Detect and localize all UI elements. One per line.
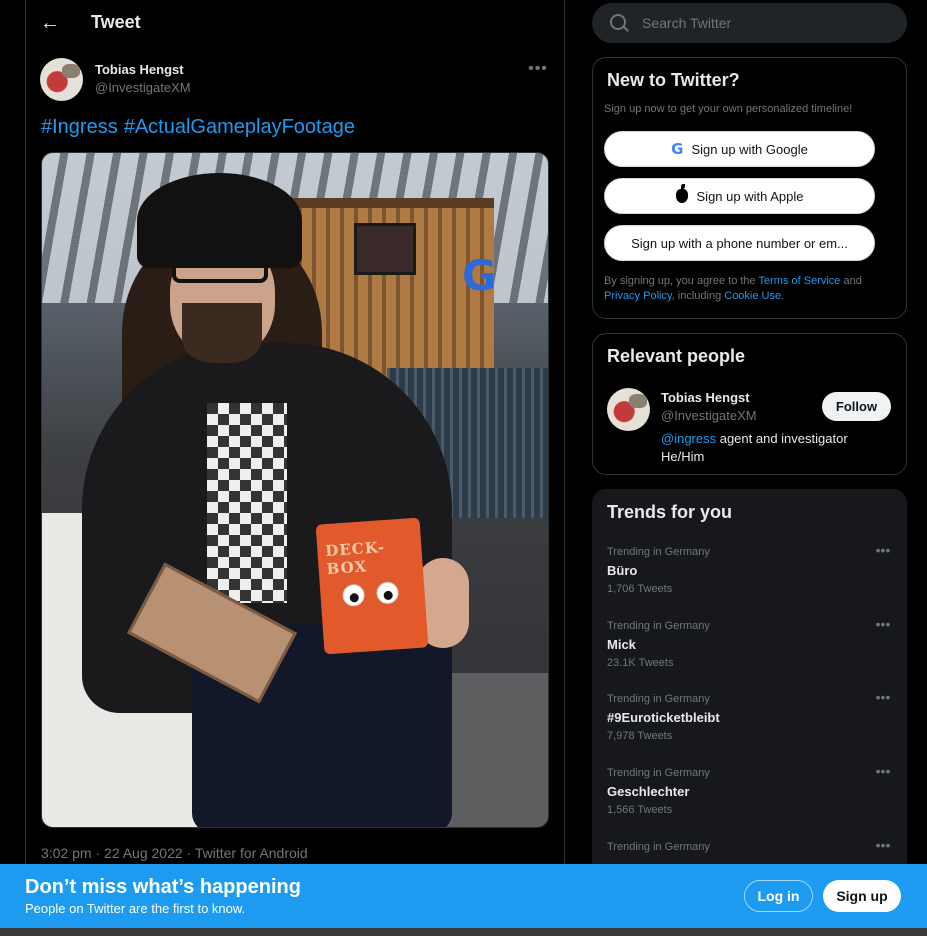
trend-count: 1,706 Tweets xyxy=(607,583,673,595)
search-box[interactable] xyxy=(592,3,907,43)
deckbox-label: DECK-BOX xyxy=(324,538,386,579)
signup-apple-label: Sign up with Apple xyxy=(696,188,804,204)
trend-name: Mick xyxy=(607,637,636,652)
photo-person-shirt xyxy=(207,403,287,603)
banner-subtitle: People on Twitter are the first to know. xyxy=(25,901,246,916)
main-column: ← Tweet Tobias Hengst @InvestigateXM •••… xyxy=(25,0,565,936)
more-icon[interactable]: ••• xyxy=(526,60,550,80)
tweet-text: #Ingress #ActualGameplayFootage xyxy=(41,116,361,139)
search-icon xyxy=(610,14,626,30)
trend-more-icon[interactable]: ••• xyxy=(873,763,893,779)
trend-item[interactable]: Trending in Germany Büro 1,706 Tweets ••… xyxy=(593,542,906,620)
trend-name: #9Euroticketbleibt xyxy=(607,710,720,725)
legal-end: . xyxy=(781,290,785,302)
photo-booth-screen xyxy=(354,223,416,275)
cookie-link[interactable]: Cookie Use xyxy=(724,290,781,302)
tweet-photo[interactable]: G DECK-BOX xyxy=(41,152,549,828)
trends-card: Trends for you Trending in Germany Büro … xyxy=(592,489,907,879)
hashtag-actualgameplayfootage[interactable]: #ActualGameplayFootage xyxy=(124,116,355,138)
trend-more-icon[interactable]: ••• xyxy=(873,542,893,558)
relevant-bio: @ingress agent and investigator He/Him xyxy=(661,430,881,466)
new-to-twitter-title: New to Twitter? xyxy=(607,70,740,90)
banner-title: Don’t miss what’s happening xyxy=(25,876,301,898)
tweet-author: Tobias Hengst @InvestigateXM ••• xyxy=(40,58,550,102)
legal-including: , including xyxy=(671,290,725,302)
legal-prefix: By signing up, you agree to the xyxy=(604,275,759,287)
trend-name: Büro xyxy=(607,563,638,578)
new-to-twitter-subtitle: Sign up now to get your own personalized… xyxy=(604,103,853,115)
search-input[interactable] xyxy=(642,3,892,43)
googly-eye-right xyxy=(375,581,400,605)
bottom-strip xyxy=(0,928,927,936)
author-name[interactable]: Tobias Hengst xyxy=(95,62,184,77)
trend-count: 7,978 Tweets xyxy=(607,730,673,742)
terms-link[interactable]: Terms of Service xyxy=(759,275,841,287)
googly-eye-left xyxy=(341,583,366,608)
photo-beard xyxy=(182,303,262,363)
trend-meta: Trending in Germany xyxy=(607,841,710,853)
trend-more-icon[interactable]: ••• xyxy=(873,689,893,705)
signup-button[interactable]: Sign up xyxy=(823,880,901,912)
author-handle[interactable]: @InvestigateXM xyxy=(95,80,191,95)
trend-meta: Trending in Germany xyxy=(607,693,710,705)
relevant-name[interactable]: Tobias Hengst xyxy=(661,390,750,405)
new-to-twitter-card: New to Twitter? Sign up now to get your … xyxy=(592,57,907,319)
signup-google-label: Sign up with Google xyxy=(691,141,808,157)
signup-phone-button[interactable]: Sign up with a phone number or em... xyxy=(604,225,875,261)
photo-deckbox: DECK-BOX xyxy=(315,517,429,655)
bio-mention-link[interactable]: @ingress xyxy=(661,431,716,446)
relevant-people-title: Relevant people xyxy=(607,346,746,366)
photo-g-sign: G xyxy=(462,251,497,300)
trend-item[interactable]: Trending in Germany Geschlechter 1,566 T… xyxy=(593,763,906,841)
signup-banner: Don’t miss what’s happening People on Tw… xyxy=(0,864,927,928)
google-icon: G xyxy=(671,140,684,158)
privacy-link[interactable]: Privacy Policy xyxy=(604,290,672,302)
tweet-header: ← Tweet xyxy=(26,0,565,46)
trend-meta: Trending in Germany xyxy=(607,767,710,779)
login-button[interactable]: Log in xyxy=(744,880,813,912)
follow-button[interactable]: Follow xyxy=(822,392,891,421)
trend-more-icon[interactable]: ••• xyxy=(873,616,893,632)
signup-google-button[interactable]: G Sign up with Google xyxy=(604,131,875,167)
trend-name: Geschlechter xyxy=(607,784,690,799)
relevant-handle[interactable]: @InvestigateXM xyxy=(661,408,757,423)
trend-item[interactable]: Trending in Germany #9Euroticketbleibt 7… xyxy=(593,689,906,767)
trend-count: 1,566 Tweets xyxy=(607,804,673,816)
trends-title: Trends for you xyxy=(607,502,733,522)
relevant-people-card: Relevant people Tobias Hengst @Investiga… xyxy=(592,333,907,475)
signup-phone-label: Sign up with a phone number or em... xyxy=(631,235,848,251)
avatar[interactable] xyxy=(40,58,83,101)
back-arrow-icon[interactable]: ← xyxy=(38,11,62,35)
trend-item[interactable]: Trending in Germany Mick 23.1K Tweets ••… xyxy=(593,616,906,694)
hashtag-ingress[interactable]: #Ingress xyxy=(41,116,118,138)
signup-apple-button[interactable]: Sign up with Apple xyxy=(604,178,875,214)
legal-text: By signing up, you agree to the Terms of… xyxy=(604,274,889,304)
trend-meta: Trending in Germany xyxy=(607,546,710,558)
photo-hat xyxy=(137,173,302,268)
tweet-timestamp[interactable]: 3:02 pm · 22 Aug 2022 · Twitter for Andr… xyxy=(41,845,308,861)
trend-meta: Trending in Germany xyxy=(607,620,710,632)
apple-icon xyxy=(675,184,688,203)
page-title: Tweet xyxy=(91,12,141,32)
relevant-avatar[interactable] xyxy=(607,388,650,431)
legal-and: and xyxy=(840,275,862,287)
trend-count: 23.1K Tweets xyxy=(607,657,674,669)
trend-more-icon[interactable]: ••• xyxy=(873,837,893,853)
